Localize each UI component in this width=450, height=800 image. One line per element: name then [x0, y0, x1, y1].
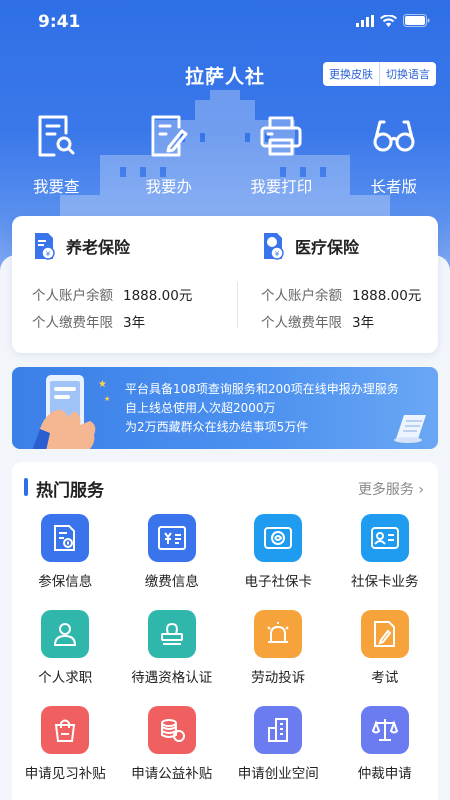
svg-text:¥: ¥ — [46, 250, 51, 258]
quick-action-query[interactable]: 我要查 — [0, 112, 113, 197]
section-accent-bar — [24, 478, 28, 496]
quick-action-label: 我要打印 — [250, 178, 313, 196]
job-seeker-icon — [41, 610, 90, 658]
service-label: 仲裁申请 — [357, 766, 412, 782]
service-job-seeking[interactable]: 个人求职 — [12, 610, 119, 706]
insurance-info-icon — [41, 514, 90, 562]
status-icons — [356, 14, 430, 27]
medical-balance-value: 1888.00元 — [352, 288, 422, 304]
id-card-icon — [360, 514, 409, 562]
svg-text:★: ★ — [98, 379, 107, 390]
change-skin-button[interactable]: 更换皮肤 — [323, 62, 379, 86]
stamp-icon — [147, 610, 196, 658]
coins-icon — [147, 706, 196, 754]
medical-insurance[interactable]: ¥ 医疗保险 个人账户余额 1888.00元 个人缴费年限 3年 — [225, 216, 438, 353]
pension-icon: ¥ — [35, 233, 55, 260]
service-label: 申请创业空间 — [237, 766, 319, 782]
document-edit-icon — [147, 112, 191, 160]
service-e-card[interactable]: 电子社保卡 — [225, 514, 332, 610]
promo-banner[interactable]: ★ ★ 平台具备108项查询服务和200项在线申报办理服务 自上线总使用人次超2… — [12, 367, 438, 449]
service-label: 个人求职 — [38, 670, 93, 686]
quick-actions: 我要查 我要办 我要打印 长者版 — [0, 112, 450, 197]
pension-years-value: 3年 — [123, 315, 146, 331]
banner-text: 平台具备108项查询服务和200项在线申报办理服务 自上线总使用人次超2000万… — [125, 380, 399, 437]
document-search-icon — [34, 112, 78, 160]
printer-icon — [259, 112, 303, 160]
payment-info-icon — [147, 514, 196, 562]
services-grid: 参保信息 缴费信息 电子社保卡 社保卡业务 个人求职 待遇资格认证 劳动投诉 考… — [12, 514, 438, 800]
signal-icon — [356, 14, 374, 27]
service-label: 参保信息 — [38, 574, 93, 590]
e-card-icon — [254, 514, 303, 562]
banner-line-3: 为2万西藏群众在线办结事项5万件 — [125, 420, 309, 434]
switch-language-button[interactable]: 切换语言 — [379, 62, 436, 86]
status-bar: 9:41 — [0, 0, 450, 44]
hand-phone-illustration: ★ ★ — [30, 371, 120, 449]
service-label: 考试 — [371, 670, 399, 686]
service-card-business[interactable]: 社保卡业务 — [332, 514, 439, 610]
service-label: 申请公益补贴 — [131, 766, 213, 782]
service-public-welfare-subsidy[interactable]: 申请公益补贴 — [119, 706, 226, 800]
pension-balance-label: 个人账户余额 — [32, 288, 113, 304]
exam-icon — [360, 610, 409, 658]
quick-action-print[interactable]: 我要打印 — [225, 112, 338, 197]
scale-icon — [360, 706, 409, 754]
quick-action-label: 长者版 — [370, 178, 417, 196]
bag-icon — [41, 706, 90, 754]
svg-text:¥: ¥ — [275, 250, 280, 258]
pension-insurance[interactable]: ¥ 养老保险 个人账户余额 1888.00元 个人缴费年限 3年 — [12, 216, 225, 353]
medical-years-label: 个人缴费年限 — [261, 315, 342, 331]
service-label: 申请见习补贴 — [24, 766, 106, 782]
medical-years-value: 3年 — [352, 315, 375, 331]
service-startup-space[interactable]: 申请创业空间 — [225, 706, 332, 800]
battery-icon — [403, 14, 430, 27]
pension-balance-value: 1888.00元 — [123, 288, 193, 304]
insurance-card: ¥ 养老保险 个人账户余额 1888.00元 个人缴费年限 3年 ¥ 医疗保险 个人… — [12, 216, 438, 353]
hot-services-title: 热门服务 — [36, 481, 104, 501]
medical-title: 医疗保险 — [295, 238, 360, 257]
quick-action-label: 我要查 — [32, 178, 80, 196]
service-label: 电子社保卡 — [244, 574, 313, 590]
service-insurance-info[interactable]: 参保信息 — [12, 514, 119, 610]
service-labor-complaint[interactable]: 劳动投诉 — [225, 610, 332, 706]
more-services-link[interactable]: 更多服务 › — [358, 479, 424, 499]
quick-action-label: 我要办 — [145, 178, 192, 196]
quick-action-elder[interactable]: 长者版 — [338, 112, 450, 197]
svg-text:★: ★ — [104, 395, 110, 403]
service-internship-subsidy[interactable]: 申请见习补贴 — [12, 706, 119, 800]
service-label: 劳动投诉 — [251, 670, 306, 686]
building-icon — [254, 706, 303, 754]
quick-action-handle[interactable]: 我要办 — [113, 112, 226, 197]
service-payment-info[interactable]: 缴费信息 — [119, 514, 226, 610]
service-label: 社保卡业务 — [351, 574, 419, 590]
medical-balance-label: 个人账户余额 — [261, 288, 342, 304]
service-exam[interactable]: 考试 — [332, 610, 439, 706]
hot-services-panel: 热门服务 更多服务 › 参保信息 缴费信息 电子社保卡 社保卡业务 个人求职 待… — [12, 462, 438, 800]
service-label: 待遇资格认证 — [131, 670, 213, 686]
banner-line-2: 自上线总使用人次超2000万 — [125, 401, 276, 415]
service-arbitration[interactable]: 仲裁申请 — [332, 706, 439, 800]
banner-line-1: 平台具备108项查询服务和200项在线申报办理服务 — [125, 382, 399, 396]
service-qualification-cert[interactable]: 待遇资格认证 — [119, 610, 226, 706]
header-actions: 更换皮肤 切换语言 — [323, 62, 436, 86]
alarm-icon — [254, 610, 303, 658]
wifi-icon — [380, 14, 397, 27]
pension-years-label: 个人缴费年限 — [32, 315, 113, 331]
status-time: 9:41 — [38, 12, 81, 32]
pension-title: 养老保险 — [66, 238, 131, 257]
service-label: 缴费信息 — [144, 574, 199, 590]
glasses-icon — [372, 112, 416, 160]
scroll-document-icon — [390, 411, 430, 447]
medical-icon: ¥ — [264, 233, 284, 260]
hot-services-header: 热门服务 更多服务 › — [12, 476, 438, 501]
